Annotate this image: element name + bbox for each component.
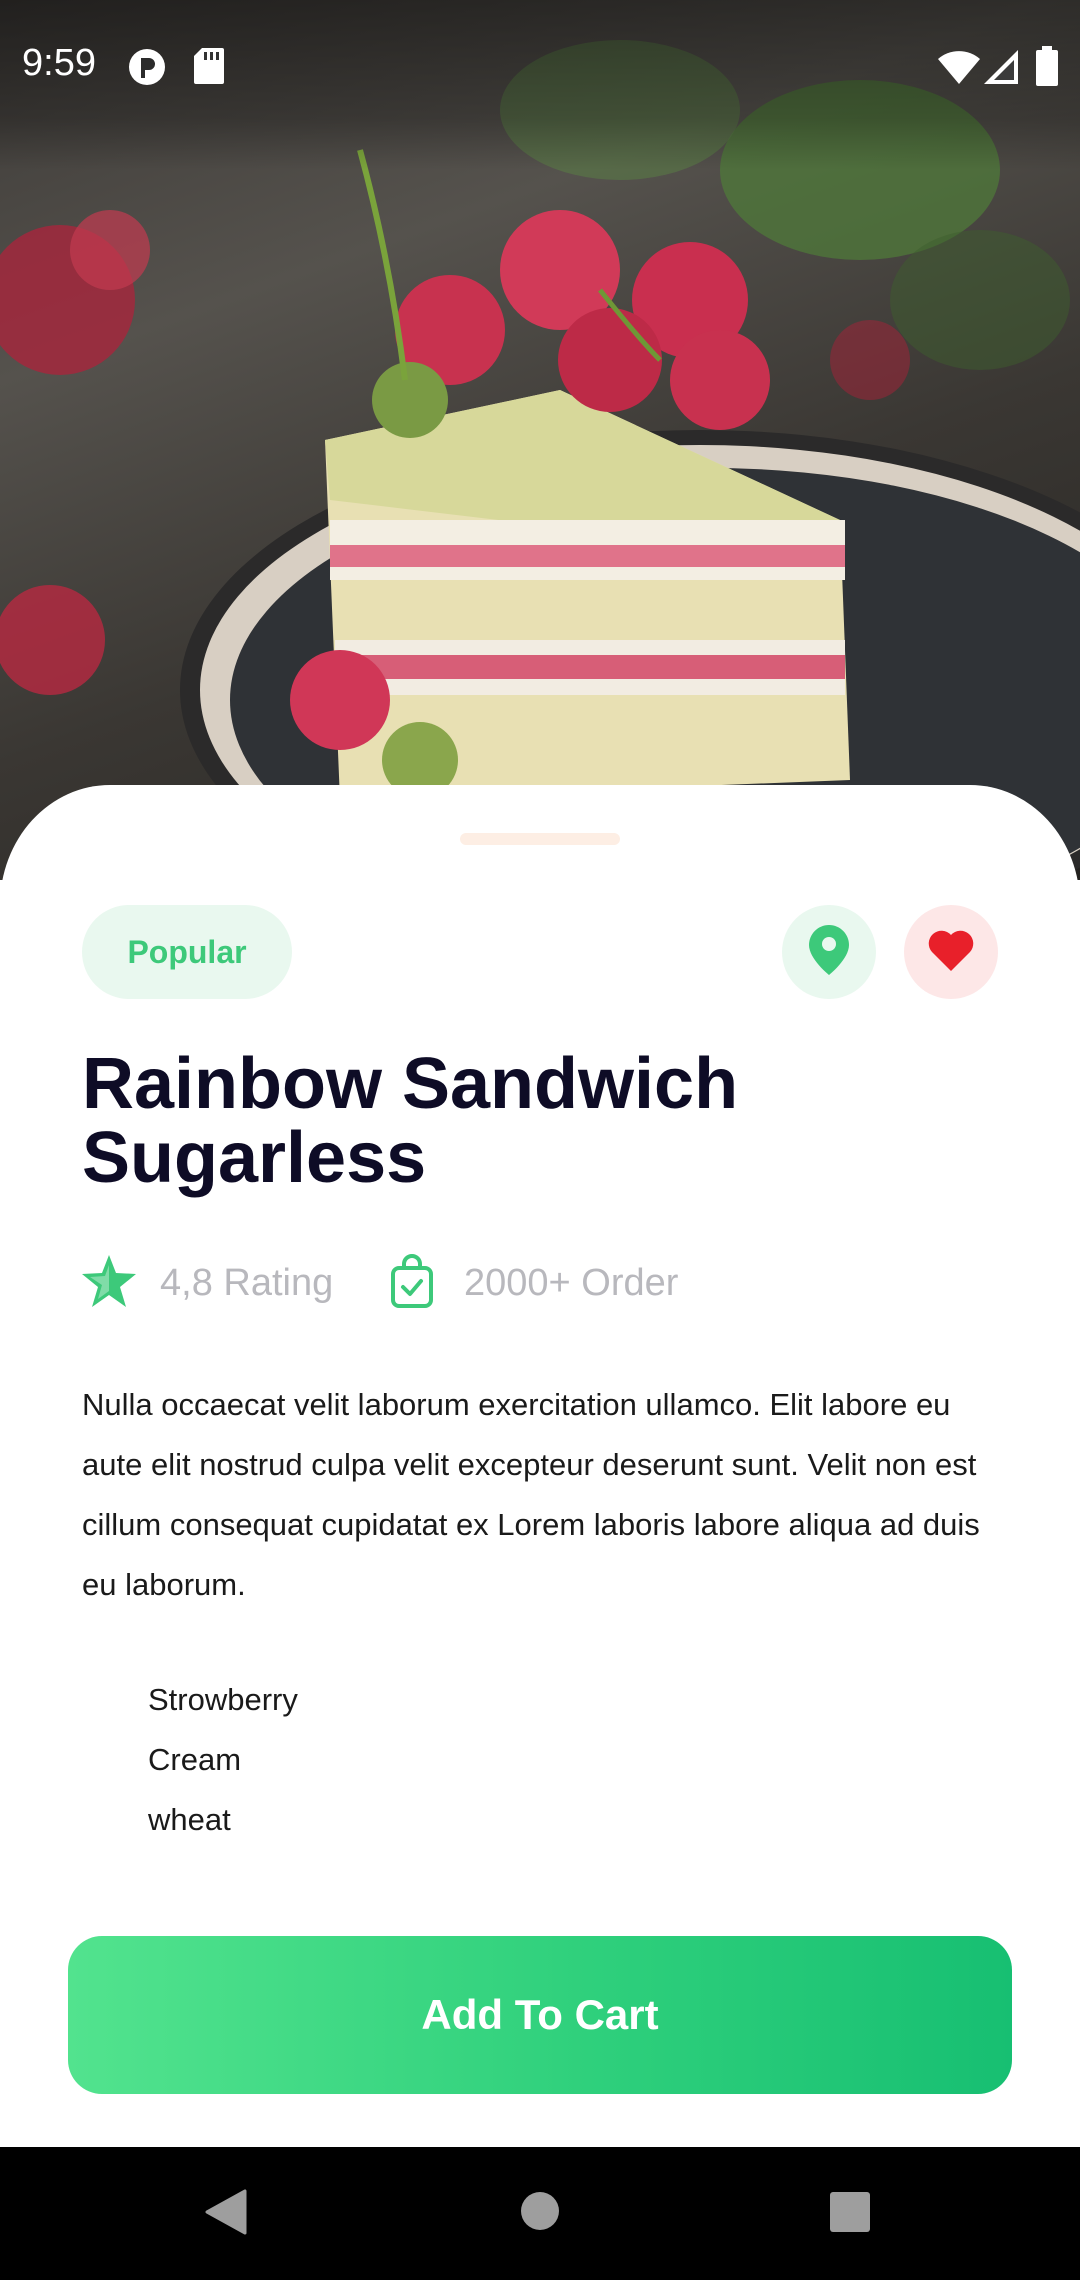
ingredient-item: Strowberry <box>148 1682 298 1717</box>
wifi-icon <box>938 50 980 89</box>
ingredient-item: wheat <box>148 1802 231 1837</box>
favorite-button[interactable] <box>904 905 998 999</box>
ingredients-list: Strowberry Cream wheat <box>148 1670 298 1850</box>
sheet-drag-handle[interactable] <box>460 833 620 845</box>
star-icon <box>80 1253 138 1314</box>
product-details-sheet[interactable]: Popular Rainbow Sandwich Sugarless 4,8 R… <box>0 785 1080 2147</box>
product-description: Nulla occaecat velit laborum exercitatio… <box>82 1387 980 1602</box>
status-bar: 9:59 <box>0 0 1080 170</box>
heart-icon <box>928 929 974 976</box>
privacy-dot-icon <box>128 48 166 91</box>
rating-row: 4,8 Rating <box>80 1253 333 1313</box>
battery-icon <box>1036 46 1058 91</box>
rating-text: 4,8 Rating <box>160 1261 334 1304</box>
orders-row: 2000+ Order <box>390 1253 678 1313</box>
navigation-bar <box>0 2147 1080 2280</box>
location-button[interactable] <box>782 905 876 999</box>
orders-text: 2000+ Order <box>464 1261 679 1304</box>
location-pin-icon <box>809 924 849 980</box>
home-circle-icon[interactable] <box>520 2191 560 2236</box>
recents-square-icon[interactable] <box>829 2191 871 2238</box>
shopping-bag-icon <box>390 1253 434 1313</box>
status-time: 9:59 <box>22 42 96 84</box>
back-triangle-icon[interactable] <box>205 2189 247 2240</box>
add-to-cart-button[interactable]: Add To Cart <box>68 1936 1012 2094</box>
popular-tag: Popular <box>82 905 292 999</box>
sd-card-icon <box>194 48 224 89</box>
ingredient-item: Cream <box>148 1742 242 1777</box>
cellular-signal-icon <box>984 50 1018 89</box>
product-title: Rainbow Sandwich Sugarless <box>82 1044 739 1198</box>
